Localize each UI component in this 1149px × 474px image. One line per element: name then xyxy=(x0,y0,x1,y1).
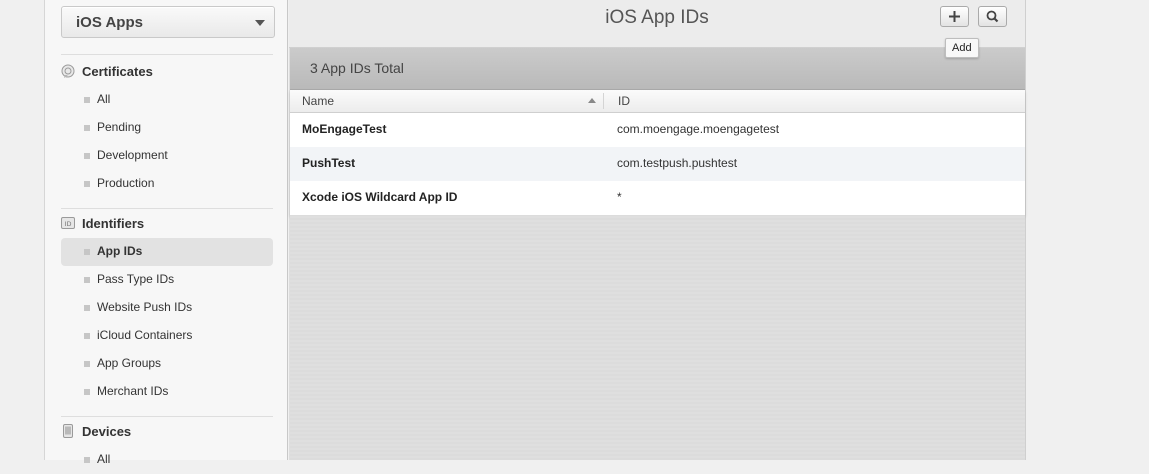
main-content: iOS App IDs 3 App IDs Total Name ID MoEn… xyxy=(289,0,1026,460)
sidebar-item-pass-type-ids[interactable]: Pass Type IDs xyxy=(61,266,273,294)
page-title: iOS App IDs xyxy=(605,7,709,28)
search-icon xyxy=(986,10,999,23)
bullet-icon xyxy=(84,277,90,283)
search-button[interactable] xyxy=(978,6,1007,27)
bullet-icon xyxy=(84,249,90,255)
divider xyxy=(61,416,273,417)
app-id-name: MoEngageTest xyxy=(302,122,387,136)
section-title-devices: Devices xyxy=(82,424,132,439)
sidebar-item-label: All xyxy=(97,92,111,106)
sidebar-item-development[interactable]: Development xyxy=(61,142,273,170)
sidebar-item-label: All xyxy=(97,452,111,466)
app-id-identifier: com.moengage.moengagetest xyxy=(617,122,780,136)
sidebar-item-certificates-all[interactable]: All xyxy=(61,86,273,114)
total-count: 3 App IDs Total xyxy=(310,60,404,76)
id-icon: ID xyxy=(61,217,75,229)
divider xyxy=(61,54,273,55)
section-title-identifiers: Identifiers xyxy=(82,216,145,231)
bullet-icon xyxy=(84,389,90,395)
sidebar-item-production[interactable]: Production xyxy=(61,170,273,198)
bullet-icon xyxy=(84,97,90,103)
app-id-name: Xcode iOS Wildcard App ID xyxy=(302,190,458,204)
bullet-icon xyxy=(84,305,90,311)
section-identifiers: ID Identifiers xyxy=(61,214,275,234)
divider xyxy=(61,208,273,209)
platform-select[interactable]: iOS Apps xyxy=(61,6,275,38)
sidebar-item-label: Pass Type IDs xyxy=(97,272,175,286)
sidebar-item-label: App Groups xyxy=(97,356,162,370)
sidebar-item-label: Development xyxy=(97,148,168,162)
app-id-name: PushTest xyxy=(302,156,356,170)
sidebar: iOS Apps Certificates All Pending Develo… xyxy=(44,0,288,466)
column-separator xyxy=(603,93,604,109)
sidebar-item-app-ids[interactable]: App IDs xyxy=(61,238,273,266)
sidebar-item-devices-all[interactable]: All xyxy=(61,446,273,474)
app-id-identifier: * xyxy=(617,190,622,204)
table-row[interactable]: MoEngageTest com.moengage.moengagetest xyxy=(290,113,1025,147)
bullet-icon xyxy=(84,457,90,463)
table-header: Name ID xyxy=(290,90,1025,113)
device-icon xyxy=(63,424,73,438)
sidebar-item-pending[interactable]: Pending xyxy=(61,114,273,142)
sidebar-item-app-groups[interactable]: App Groups xyxy=(61,350,273,378)
sidebar-item-label: Pending xyxy=(97,120,142,134)
sidebar-item-label: Website Push IDs xyxy=(97,300,193,314)
bullet-icon xyxy=(84,333,90,339)
certificate-icon xyxy=(61,64,75,78)
bullet-icon xyxy=(84,125,90,131)
sidebar-item-icloud-containers[interactable]: iCloud Containers xyxy=(61,322,273,350)
table-row[interactable]: PushTest com.testpush.pushtest xyxy=(290,147,1025,181)
section-devices: Devices xyxy=(61,422,275,442)
sort-ascending-icon xyxy=(588,98,596,103)
bullet-icon xyxy=(84,361,90,367)
sidebar-item-merchant-ids[interactable]: Merchant IDs xyxy=(61,378,273,406)
sidebar-item-label: iCloud Containers xyxy=(97,328,193,342)
app-ids-table: Name ID MoEngageTest com.moengage.moenga… xyxy=(290,90,1025,215)
add-button[interactable] xyxy=(940,6,969,27)
section-certificates: Certificates xyxy=(61,62,275,82)
bullet-icon xyxy=(84,153,90,159)
sidebar-item-label: Merchant IDs xyxy=(97,384,169,398)
summary-bar: 3 App IDs Total xyxy=(290,48,1025,90)
plus-icon xyxy=(949,11,960,22)
app-id-identifier: com.testpush.pushtest xyxy=(617,156,738,170)
column-header-id[interactable]: ID xyxy=(618,94,630,108)
bullet-icon xyxy=(84,181,90,187)
table-row[interactable]: Xcode iOS Wildcard App ID * xyxy=(290,181,1025,215)
sidebar-item-label: App IDs xyxy=(97,244,143,258)
page-header: iOS App IDs xyxy=(289,0,1025,48)
platform-select-label: iOS Apps xyxy=(76,14,143,31)
column-header-name[interactable]: Name xyxy=(302,94,334,108)
svg-text:ID: ID xyxy=(65,220,72,228)
sidebar-item-label: Production xyxy=(97,176,155,190)
content-background xyxy=(290,215,1025,460)
sidebar-item-website-push-ids[interactable]: Website Push IDs xyxy=(61,294,273,322)
add-tooltip: Add xyxy=(945,38,979,58)
chevron-down-icon xyxy=(255,20,265,26)
section-title-certificates: Certificates xyxy=(82,64,153,79)
